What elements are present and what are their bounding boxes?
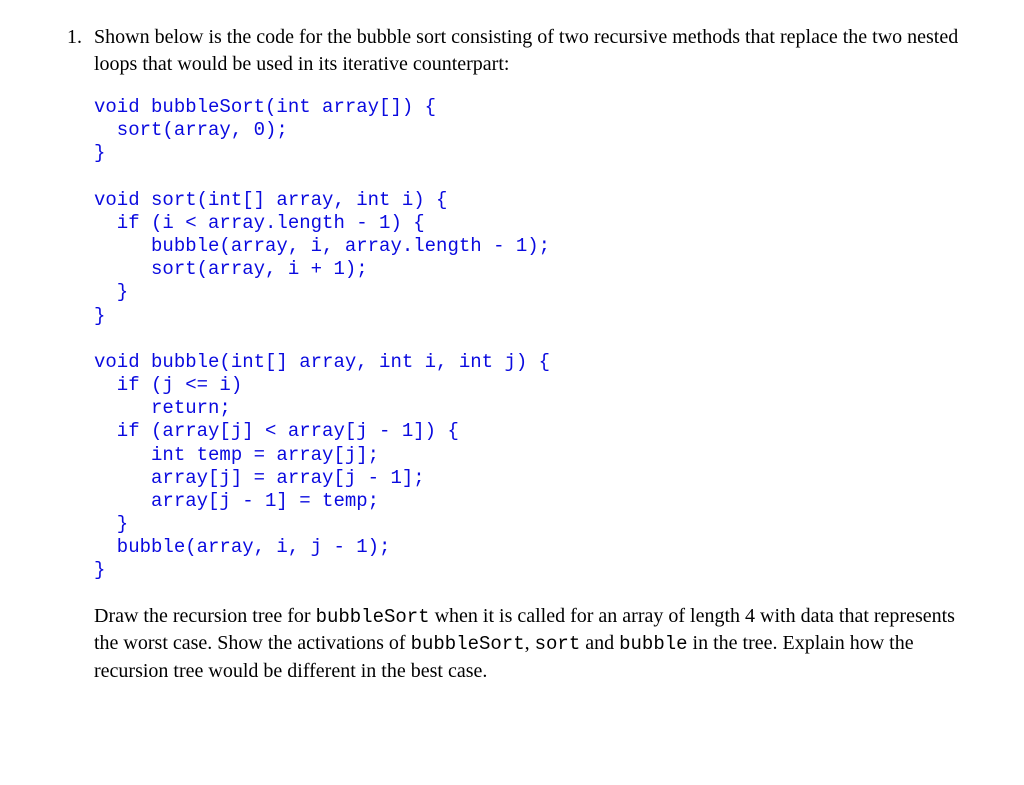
code-inline-bubble: bubble <box>619 633 687 655</box>
list-marker: 1. <box>40 24 94 51</box>
outro-text: , <box>525 632 535 654</box>
outro-text: Draw the recursion tree for <box>94 605 316 627</box>
outro-text: and <box>580 632 619 654</box>
outro-paragraph: Draw the recursion tree for bubbleSort w… <box>94 603 964 685</box>
code-inline-sort: sort <box>535 633 581 655</box>
code-inline-bubblesort: bubbleSort <box>316 606 430 628</box>
page: 1. Shown below is the code for the bubbl… <box>0 0 1024 685</box>
code-inline-bubblesort-2: bubbleSort <box>411 633 525 655</box>
intro-paragraph: Shown below is the code for the bubble s… <box>94 24 964 78</box>
question-body: Shown below is the code for the bubble s… <box>94 24 964 685</box>
question-item: 1. Shown below is the code for the bubbl… <box>40 24 964 685</box>
code-block: void bubbleSort(int array[]) { sort(arra… <box>94 96 964 583</box>
